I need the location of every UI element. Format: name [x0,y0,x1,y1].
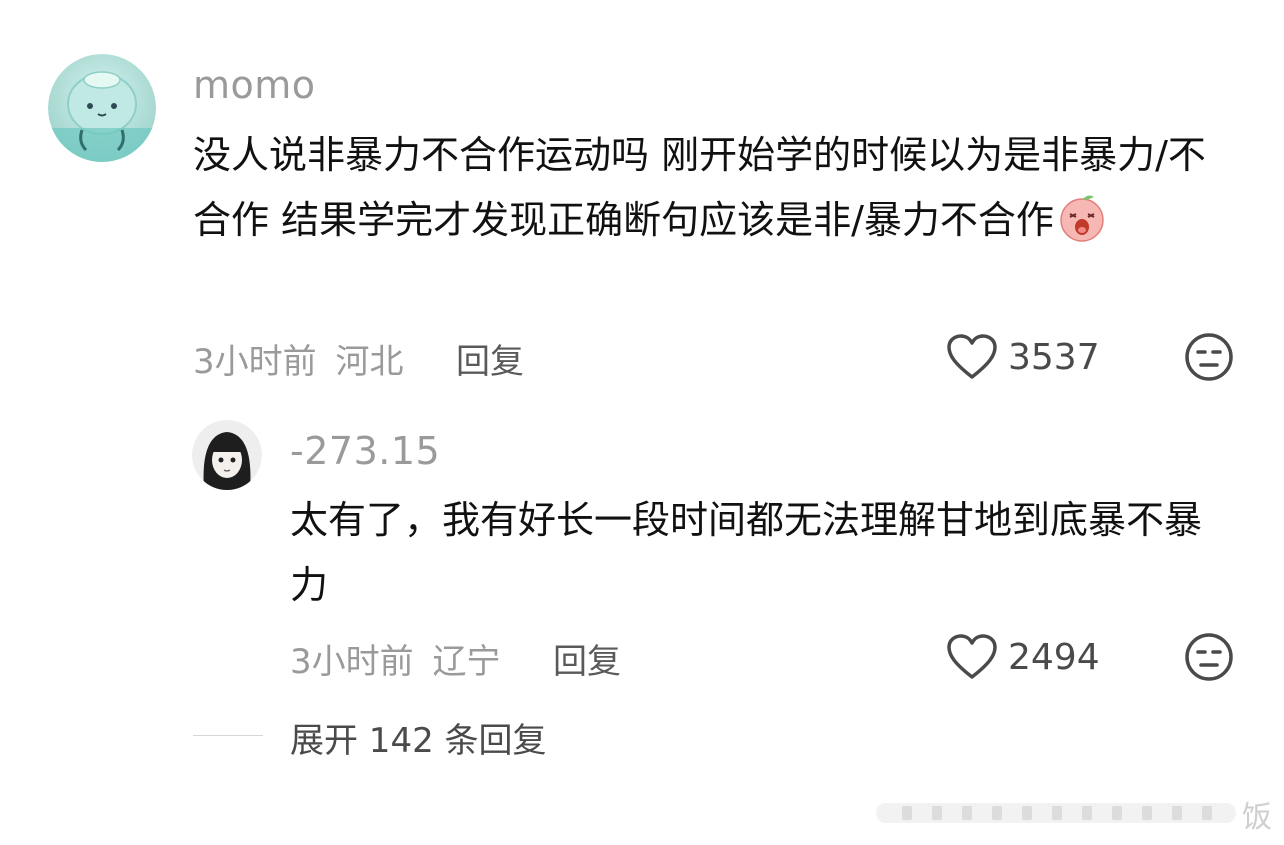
unamused-face-icon [1185,633,1233,681]
comment-text: 没人说非暴力不合作运动吗 刚开始学的时候以为是非暴力/不合作 结果学完才发现正确… [193,123,1208,253]
like-button[interactable]: 2494 [946,633,1100,681]
dislike-button[interactable] [1184,332,1234,382]
comment-location: 河北 [335,342,404,382]
comment-time: 3小时前 [290,642,414,682]
like-button[interactable]: 3537 [946,333,1100,381]
comment-body: 太有了，我有好长一段时间都无法理解甘地到底暴不暴力 [290,498,1203,607]
username[interactable]: -273.15 [290,429,440,473]
unamused-face-icon [1185,333,1233,381]
comment-time: 3小时前 [193,342,317,382]
username[interactable]: momo [193,63,316,107]
heart-outline-icon [947,334,997,379]
reply-button[interactable]: 回复 [553,634,621,683]
expand-replies-button[interactable]: 展开 142 条回复 [290,713,547,762]
like-count: 3537 [1008,336,1100,378]
watermark-logo-icon [876,803,1236,823]
comment-meta: 3小时前 河北 [193,334,403,383]
dislike-button[interactable] [1184,632,1234,682]
like-count: 2494 [1008,636,1100,678]
jellyfish-avatar-icon [48,54,156,162]
anime-girl-avatar-icon [192,420,262,490]
expand-divider [193,735,263,736]
heart-outline-icon [947,634,997,679]
avatar[interactable] [48,54,156,162]
comment-meta: 3小时前 辽宁 [290,634,500,683]
avatar[interactable] [192,420,262,490]
crying-peach-emoji-icon [1056,191,1108,243]
comment-location: 辽宁 [432,642,501,682]
watermark-text: 饭 [1242,800,1272,835]
comment-body: 没人说非暴力不合作运动吗 刚开始学的时候以为是非暴力/不合作 结果学完才发现正确… [193,133,1206,242]
reply-button[interactable]: 回复 [456,334,524,383]
